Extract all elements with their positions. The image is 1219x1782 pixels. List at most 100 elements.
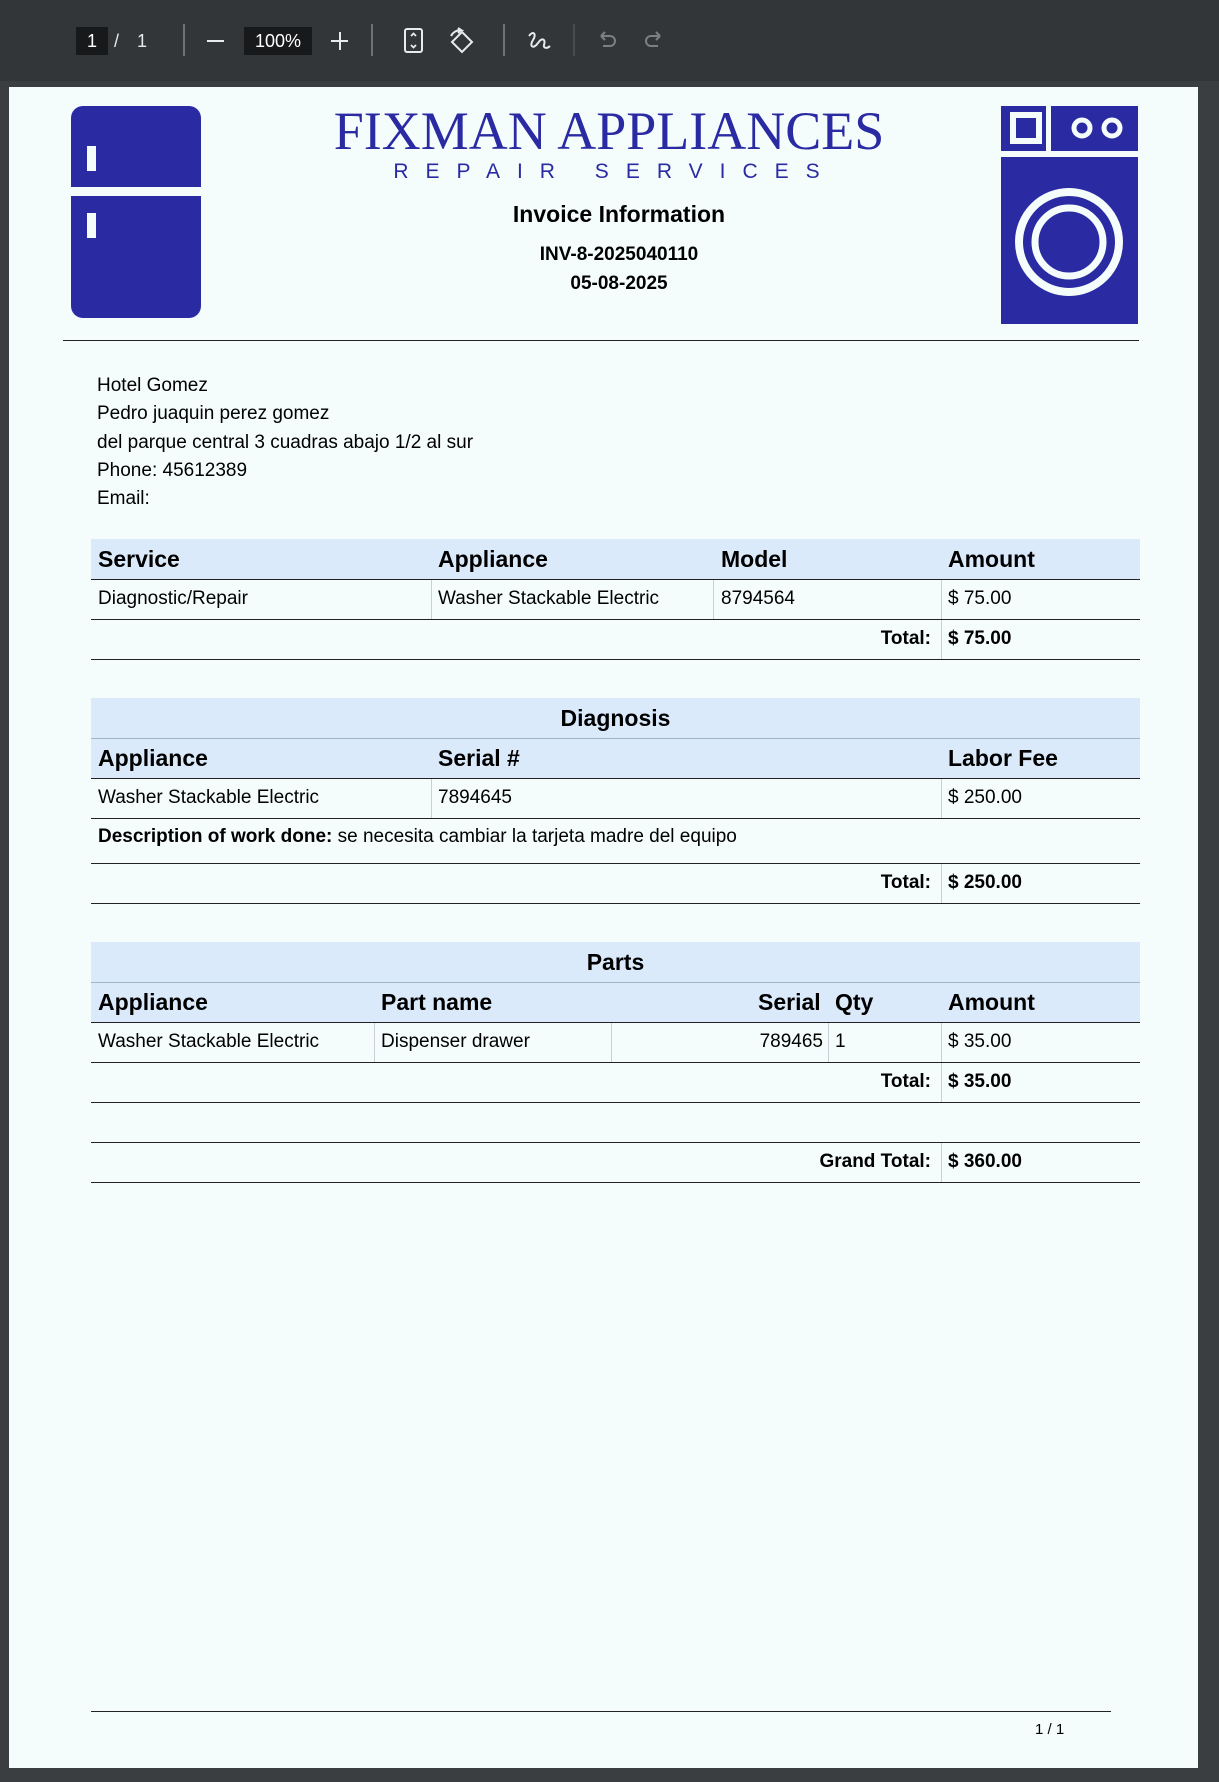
table-row: Washer Stackable Electric 7894645 $ 250.… <box>91 779 1140 818</box>
toolbar-divider <box>573 24 575 56</box>
column-header: Qty <box>835 989 874 1015</box>
rotate-icon[interactable] <box>447 27 477 55</box>
column-header: Serial <box>758 989 821 1015</box>
table-cell: 8794564 <box>721 588 795 609</box>
refrigerator-icon <box>71 106 201 323</box>
column-header: Model <box>721 546 788 572</box>
table-header-row: Service Appliance Model Amount <box>91 539 1140 579</box>
column-header: Appliance <box>98 989 208 1015</box>
column-header: Amount <box>948 546 1035 572</box>
total-value: $ 250.00 <box>948 872 1022 893</box>
spacer-row <box>91 1103 1140 1142</box>
cell-divider <box>611 1023 612 1062</box>
washing-machine-icon <box>1001 106 1138 329</box>
customer-email: Email: <box>97 488 150 510</box>
page-number-input[interactable]: 1 <box>76 27 108 55</box>
section-title-row: Diagnosis <box>91 698 1140 738</box>
customer-name: Hotel Gomez <box>97 375 208 396</box>
total-value: $ 35.00 <box>948 1071 1012 1092</box>
cell-divider <box>941 779 942 818</box>
table-cell: Washer Stackable Electric <box>98 1031 320 1052</box>
cell-divider <box>941 1023 942 1062</box>
zoom-level-input[interactable]: 100% <box>244 27 312 55</box>
section-title-row: Parts <box>91 942 1140 982</box>
invoice-number: INV-8-2025040110 <box>539 244 699 265</box>
customer-contact: Pedro juaquin perez gomez <box>97 403 330 425</box>
header-divider <box>63 340 1139 341</box>
column-header: Appliance <box>98 745 208 771</box>
cell-divider <box>941 620 942 659</box>
total-label: Total: <box>880 872 931 893</box>
cell-divider <box>941 864 942 903</box>
redo-icon[interactable] <box>642 28 666 52</box>
description-text: se necesita cambiar la tarjeta madre del… <box>332 826 737 847</box>
undo-icon[interactable] <box>595 28 619 52</box>
total-row: Total: $ 250.00 <box>91 864 1140 903</box>
cell-divider <box>941 1063 942 1102</box>
grand-total-row: Grand Total: $ 360.00 <box>91 1143 1140 1182</box>
section-title: Diagnosis <box>560 705 671 731</box>
column-header: Amount <box>948 989 1035 1015</box>
footer-page-indicator: 1 / 1 <box>1035 1721 1065 1738</box>
invoice-title: Invoice Information <box>512 201 726 227</box>
column-header: Appliance <box>438 546 548 572</box>
toolbar-divider <box>183 24 185 56</box>
table-cell: $ 35.00 <box>948 1031 1012 1052</box>
fit-page-icon[interactable] <box>402 27 426 55</box>
total-label: Total: <box>880 628 931 649</box>
zoom-in-icon[interactable] <box>328 27 352 55</box>
description-row: Description of work done: se necesita ca… <box>91 819 1140 863</box>
invoice-date: 05-08-2025 <box>570 273 668 294</box>
cell-divider <box>431 779 432 818</box>
page-count: 1 <box>137 31 148 51</box>
column-header: Labor Fee <box>948 745 1058 771</box>
grand-total-label: Grand Total: <box>819 1151 931 1172</box>
toolbar-divider <box>503 24 505 56</box>
column-header: Serial # <box>438 745 520 771</box>
total-row: Total: $ 35.00 <box>91 1063 1140 1102</box>
cell-divider <box>941 580 942 619</box>
table-cell: Washer Stackable Electric <box>98 787 320 808</box>
company-name: FIXMAN APPLIANCES <box>333 101 885 161</box>
customer-phone: Phone: 45612389 <box>97 459 248 481</box>
total-value: $ 75.00 <box>948 628 1012 649</box>
row-divider <box>91 659 1140 660</box>
table-row: Washer Stackable Electric Dispenser draw… <box>91 1023 1140 1062</box>
table-row: Diagnostic/Repair Washer Stackable Elect… <box>91 580 1140 619</box>
customer-block: Hotel Gomez Pedro juaquin perez gomez de… <box>97 372 473 513</box>
cell-divider <box>713 580 714 619</box>
table-cell: 789465 <box>759 1031 823 1052</box>
table-header-row: Appliance Part name Serial Qty Amount <box>91 983 1140 1022</box>
cell-divider <box>374 1023 375 1062</box>
section-title: Parts <box>586 949 645 975</box>
company-tagline: REPAIR SERVICES <box>393 160 837 183</box>
draw-icon[interactable] <box>525 27 553 55</box>
table-cell: Washer Stackable Electric <box>438 588 660 609</box>
table-cell: $ 75.00 <box>948 588 1012 609</box>
grand-total-value: $ 360.00 <box>948 1151 1022 1172</box>
row-divider <box>91 1182 1140 1183</box>
total-row: Total: $ 75.00 <box>91 620 1140 659</box>
total-label: Total: <box>880 1071 931 1092</box>
cell-divider <box>828 1023 829 1062</box>
table-cell: $ 250.00 <box>948 787 1022 808</box>
column-header: Part name <box>381 989 493 1015</box>
table-cell: Diagnostic/Repair <box>98 588 248 609</box>
toolbar-divider <box>371 24 373 56</box>
table-cell: 7894645 <box>438 787 512 808</box>
description-label: Description of work done: <box>98 826 333 847</box>
table-header-row: Appliance Serial # Labor Fee <box>91 739 1140 778</box>
work-description: Description of work done: se necesita ca… <box>98 826 737 848</box>
table-cell: Dispenser drawer <box>381 1031 530 1052</box>
cell-divider <box>941 1143 942 1182</box>
footer-divider <box>91 1711 1111 1712</box>
cell-divider <box>431 580 432 619</box>
column-header: Service <box>98 546 180 572</box>
customer-address: del parque central 3 cuadras abajo 1/2 a… <box>97 431 474 453</box>
table-cell: 1 <box>835 1031 846 1052</box>
pdf-page: FIXMAN APPLIANCES REPAIR SERVICES Invoic… <box>9 87 1198 1768</box>
pdf-toolbar: 1 / 1 100% <box>0 0 1219 81</box>
page-separator: / <box>114 31 120 51</box>
row-divider <box>91 903 1140 904</box>
zoom-out-icon[interactable] <box>204 27 228 55</box>
